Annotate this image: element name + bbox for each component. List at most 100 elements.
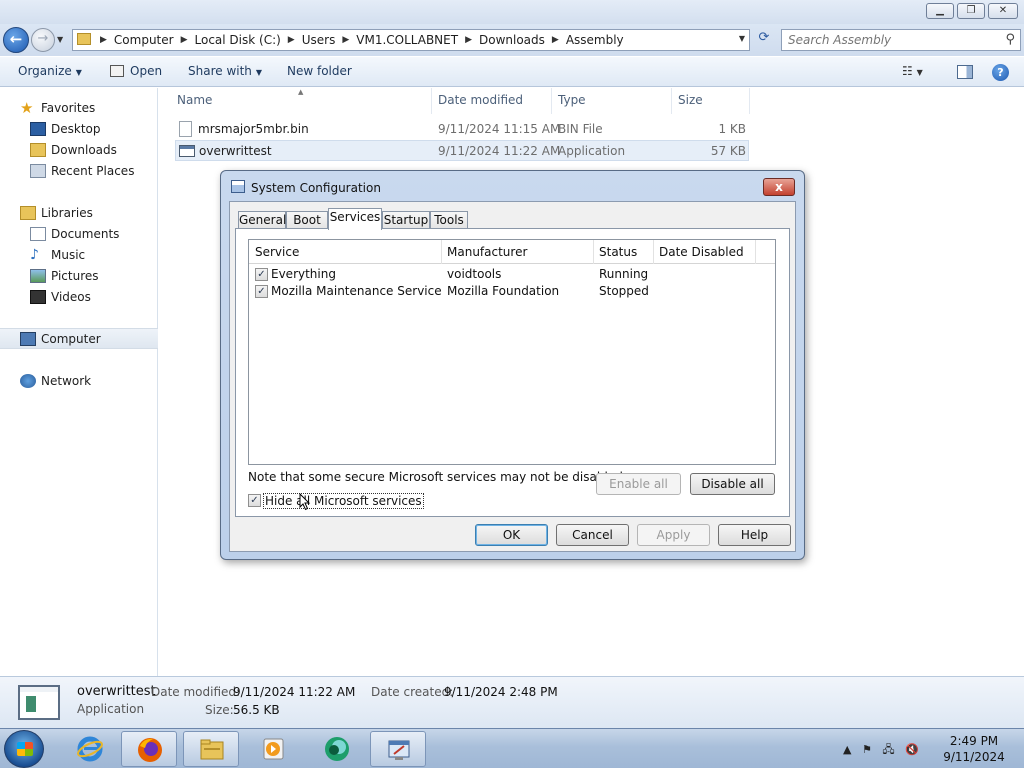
breadcrumb-item[interactable]: Downloads [475,33,549,47]
maximize-button[interactable]: ❐ [957,3,985,19]
service-row[interactable]: ✓ Mozilla Maintenance Service Mozilla Fo… [249,283,775,300]
tab-boot[interactable]: Boot [286,211,328,229]
hide-microsoft-services-checkbox[interactable]: ✓ [248,494,261,507]
clock[interactable]: 2:49 PM 9/11/2024 [940,733,1008,765]
tab-tools[interactable]: Tools [430,211,468,229]
chevron-right-icon[interactable]: ▶ [462,33,475,47]
service-checkbox[interactable]: ✓ [255,285,268,298]
help-icon[interactable]: ? [992,64,1009,81]
nav-libraries[interactable]: Libraries [0,202,158,223]
column-divider[interactable] [749,88,750,114]
nav-label: Computer [41,331,101,346]
minimize-button[interactable]: ▁ [926,3,954,19]
chevron-right-icon[interactable]: ▶ [285,33,298,47]
breadcrumb-item[interactable]: Local Disk (C:) [191,33,285,47]
column-header-service[interactable]: Service [255,245,299,259]
taskbar-internet-explorer[interactable] [62,731,118,767]
taskbar-system-configuration[interactable] [370,731,426,767]
column-header-date-disabled[interactable]: Date Disabled [659,245,744,259]
hide-microsoft-services-label[interactable]: Hide all Microsoft services [263,493,424,509]
chevron-right-icon[interactable]: ▶ [178,33,191,47]
taskbar-media-player[interactable] [245,731,301,767]
column-header-manufacturer[interactable]: Manufacturer [447,245,527,259]
ok-button[interactable]: OK [475,524,548,546]
chevron-right-icon[interactable]: ▶ [97,33,110,47]
network-icon[interactable]: 🖧 [882,743,894,756]
refresh-icon[interactable]: ⟳ [752,30,776,50]
new-folder-button[interactable]: New folder [287,64,352,78]
chevron-down-icon: ▼ [255,68,263,77]
nav-documents[interactable]: Documents [0,223,158,244]
tab-startup[interactable]: Startup [382,211,430,229]
details-date-created-label: Date created: [371,685,454,699]
service-row[interactable]: ✓ Everything voidtools Running [249,266,775,283]
column-divider[interactable] [671,88,672,114]
share-with-button[interactable]: Share with ▼ [188,64,262,78]
breadcrumb-item[interactable]: Assembly [562,33,628,47]
nav-downloads[interactable]: Downloads [0,139,158,160]
service-checkbox[interactable]: ✓ [255,268,268,281]
address-history-dropdown[interactable]: ▼ [739,34,745,43]
file-date: 9/11/2024 11:15 AM [438,122,561,136]
search-icon[interactable]: ⚲ [1005,32,1015,47]
taskbar-windows-explorer[interactable] [183,731,239,767]
recent-pages-dropdown[interactable]: ▼ [57,35,63,44]
nav-label: Network [41,373,92,388]
enable-all-button[interactable]: Enable all [596,473,681,495]
organize-button[interactable]: Organize ▼ [18,64,82,78]
column-header-type[interactable]: Type [558,93,586,107]
media-player-icon [263,738,284,760]
action-center-flag-icon[interactable]: ⚑ [862,743,872,756]
dialog-body: General Boot Services Startup Tools Serv… [229,201,796,552]
open-button[interactable]: Open [110,64,162,78]
apply-button[interactable]: Apply [637,524,710,546]
column-header-date-modified[interactable]: Date modified [438,93,523,107]
nav-videos[interactable]: Videos [0,286,158,307]
file-row[interactable]: overwrittest 9/11/2024 11:22 AM Applicat… [175,140,749,161]
column-divider[interactable] [653,240,654,264]
start-button[interactable] [4,730,44,768]
preview-pane-button[interactable] [957,65,973,79]
change-view-button[interactable]: ☷ ▼ [902,64,923,78]
cancel-button[interactable]: Cancel [556,524,629,546]
column-divider[interactable] [755,240,756,264]
dialog-close-button[interactable]: x [763,178,795,196]
nav-computer[interactable]: Computer [0,328,158,349]
nav-favorites[interactable]: ★ Favorites [0,97,158,118]
column-divider[interactable] [551,88,552,114]
taskbar-firefox[interactable] [121,731,177,767]
navigation-pane: ★ Favorites Desktop Downloads Recent Pla… [0,88,158,676]
show-hidden-icons-icon[interactable]: ▲ [843,743,851,756]
nav-network[interactable]: Network [0,370,158,391]
nav-recent-places[interactable]: Recent Places [0,160,158,181]
disable-all-button[interactable]: Disable all [690,473,775,495]
column-divider[interactable] [441,240,442,264]
nav-pictures[interactable]: Pictures [0,265,158,286]
column-divider[interactable] [593,240,594,264]
mouse-cursor-icon [299,493,311,511]
chevron-right-icon[interactable]: ▶ [339,33,352,47]
column-header-status[interactable]: Status [599,245,637,259]
tab-services[interactable]: Services [328,208,382,230]
column-divider[interactable] [431,88,432,114]
nav-music[interactable]: ♪ Music [0,244,158,265]
file-row[interactable]: mrsmajor5mbr.bin 9/11/2024 11:15 AM BIN … [175,119,749,140]
search-input[interactable] [788,31,988,49]
close-button[interactable]: ✕ [988,3,1018,19]
breadcrumb-item[interactable]: VM1.COLLABNET [352,33,462,47]
address-bar[interactable]: ▶ Computer ▶ Local Disk (C:) ▶ Users ▶ V… [72,29,750,51]
column-header-name[interactable]: Name [177,93,212,107]
back-button[interactable]: ← [3,27,29,53]
nav-label: Desktop [51,121,101,136]
help-button[interactable]: Help [718,524,791,546]
chevron-right-icon[interactable]: ▶ [549,33,562,47]
nav-desktop[interactable]: Desktop [0,118,158,139]
column-header-size[interactable]: Size [678,93,703,107]
taskbar-app[interactable] [309,731,365,767]
breadcrumb-item[interactable]: Computer [110,33,178,47]
tab-general[interactable]: General [238,211,286,229]
volume-muted-icon[interactable]: 🔇 [905,743,919,756]
breadcrumb-item[interactable]: Users [298,33,340,47]
service-manufacturer: Mozilla Foundation [447,284,560,298]
forward-button[interactable]: → [31,28,55,52]
